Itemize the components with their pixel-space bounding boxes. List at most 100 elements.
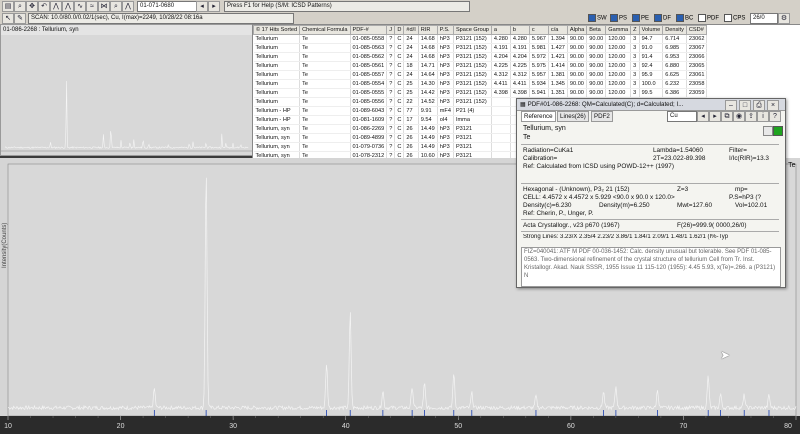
help-icon[interactable]: ? (769, 111, 781, 122)
table-cell: C (394, 79, 405, 89)
prev-icon[interactable]: ◂ (196, 1, 208, 12)
pdf-number-field[interactable]: 01-071-0680 (137, 1, 197, 12)
table-row[interactable]: Tellurium Te 01-085-0563? C 24 14.68 hP3 P3121 … (253, 43, 708, 53)
checkbox-icon (698, 14, 706, 22)
smooth-icon[interactable]: ∿ (74, 1, 86, 12)
table-cell: 1.427 (548, 43, 568, 53)
table-row[interactable]: Tellurium Te 01-085-0558? C 24 14.68 hP3 P3121 … (253, 34, 708, 44)
column-header[interactable]: © 17 Hits Sorted (253, 25, 301, 35)
column-header[interactable]: c (528, 25, 549, 35)
minimize-icon[interactable]: – (725, 100, 737, 111)
column-header[interactable]: c/a (547, 25, 568, 35)
settings-icon[interactable]: ⚙ (778, 13, 790, 24)
table-cell: 6.714 (662, 34, 687, 44)
toggle-sw[interactable]: SW (588, 14, 607, 23)
tab-reference[interactable]: Reference (521, 111, 556, 122)
zoom-field[interactable]: 26/0 (750, 13, 778, 24)
table-row[interactable]: Tellurium Te 01-085-0554? C 25 14.30 hP3 P3121 … (253, 79, 708, 89)
table-row[interactable]: Tellurium Te 01-085-0555? C 25 14.42 hP3 P3121 … (253, 88, 708, 98)
table-cell: 4.312 (491, 70, 511, 80)
column-header[interactable]: Density (662, 25, 687, 35)
column-header[interactable]: Beta (586, 25, 607, 35)
density-measured: Density(m)=6.250 (599, 202, 650, 209)
column-header[interactable]: P.S. (436, 25, 454, 35)
peak-list-icon[interactable]: ⋀ (122, 1, 134, 12)
undo-icon[interactable]: ↶ (38, 1, 50, 12)
table-cell: 120.00 (605, 79, 632, 89)
column-header[interactable]: Alpha (566, 25, 588, 35)
table-row[interactable]: Tellurium Te 01-085-0562? C 24 14.68 hP3 P3121 … (253, 52, 708, 62)
crystal-system: Hexagonal - (Unknown), P3₂ 21 (152) (523, 186, 630, 193)
column-header[interactable]: Chemical Formula (299, 25, 351, 35)
search-icon[interactable]: ⌕ (110, 1, 122, 12)
column-header[interactable]: CSD# (685, 25, 708, 35)
table-row[interactable]: Tellurium Te 01-085-0561? C 18 14.71 hP3 P3121 … (253, 61, 708, 71)
tab-lines[interactable]: Lines(26) (557, 111, 589, 122)
table-cell: 90.00 (586, 43, 607, 53)
status-indicator-green (773, 126, 783, 136)
table-cell: Te (299, 43, 351, 53)
table-cell: 1.394 (548, 34, 568, 44)
checkbox-icon (676, 14, 684, 22)
toggle-pe[interactable]: PE (632, 14, 649, 23)
forward-icon[interactable]: ▸ (709, 111, 721, 122)
column-header[interactable]: J (386, 25, 396, 35)
cursor-icon[interactable]: ↖ (2, 13, 14, 24)
toggle-bc[interactable]: BC (676, 14, 693, 23)
table-cell: C (394, 70, 405, 80)
globe-icon[interactable]: ◉ (733, 111, 745, 122)
table-cell: 120.00 (605, 43, 632, 53)
table-cell: 3 (630, 79, 640, 89)
tab-pdf2[interactable]: PDF2 (591, 111, 613, 122)
table-cell: 14.68 (418, 34, 438, 44)
copy-icon[interactable]: ⧉ (721, 111, 733, 122)
table-cell: oI4 (437, 115, 454, 125)
table-cell: 23065 (686, 61, 708, 71)
density-calc: Density(c)=6.230 (523, 202, 572, 209)
table-cell: 01-085-0556 (350, 97, 388, 107)
toggle-df[interactable]: DF (654, 14, 671, 23)
multi-peak-icon[interactable]: ⋀ (62, 1, 74, 12)
column-header[interactable]: RIR (417, 25, 438, 35)
table-cell: 23066 (686, 52, 708, 62)
info-icon[interactable]: i (757, 111, 769, 122)
background-icon[interactable]: ≈ (86, 1, 98, 12)
column-header[interactable]: #d/I (403, 25, 419, 35)
compare-icon[interactable]: ⋈ (98, 1, 110, 12)
comments-box[interactable]: FIZ=040041: ATF M PDF 00-036-1452: Calc.… (521, 247, 781, 287)
toggle-cps[interactable]: CPS (724, 14, 745, 23)
table-cell: hP3 (437, 61, 454, 71)
open-icon[interactable]: ▤ (2, 1, 14, 12)
toggle-pdf[interactable]: PDF (698, 14, 719, 23)
export-icon[interactable]: ⇪ (745, 111, 757, 122)
close-icon[interactable]: × (767, 100, 779, 111)
table-cell: 1.421 (548, 52, 568, 62)
column-header[interactable]: Gamma (605, 25, 632, 35)
tools-icon[interactable]: ✎ (14, 13, 26, 24)
table-cell: P3121 (152) (453, 61, 492, 71)
column-header[interactable]: Volume (638, 25, 664, 35)
column-header[interactable]: D (394, 25, 405, 35)
column-header[interactable]: Z (630, 25, 640, 35)
column-header[interactable]: PDF-# (349, 25, 388, 35)
back-icon[interactable]: ◂ (697, 111, 709, 122)
maximize-icon[interactable]: □ (739, 100, 751, 111)
pan-icon[interactable]: ✥ (26, 1, 38, 12)
overview-plot[interactable]: 01-086-2268 : Tellurium, syn (0, 24, 255, 156)
toggle-ps[interactable]: PS (610, 14, 627, 23)
column-header[interactable]: a (490, 25, 511, 35)
column-header[interactable]: Space Group (452, 25, 492, 35)
table-cell: 14.30 (418, 79, 438, 89)
table-row[interactable]: Tellurium Te 01-085-0557? C 24 14.64 hP3 P3121 … (253, 70, 708, 80)
table-cell: 6.232 (662, 79, 687, 89)
calibration: Calibration= (523, 155, 558, 162)
next-icon[interactable]: ▸ (208, 1, 220, 12)
zoom-icon[interactable]: ⌕ (14, 1, 26, 12)
peak-icon[interactable]: ⋀ (50, 1, 62, 12)
table-cell: C (394, 124, 405, 134)
print-icon[interactable]: ⎙ (753, 100, 765, 111)
pdf-card-window[interactable]: ▦ PDF#01-086-2268: QM=Calculated(C); d=C… (516, 98, 786, 288)
radiation-select[interactable]: Cu (667, 111, 697, 122)
table-cell: C (394, 43, 405, 53)
column-header[interactable]: b (509, 25, 530, 35)
